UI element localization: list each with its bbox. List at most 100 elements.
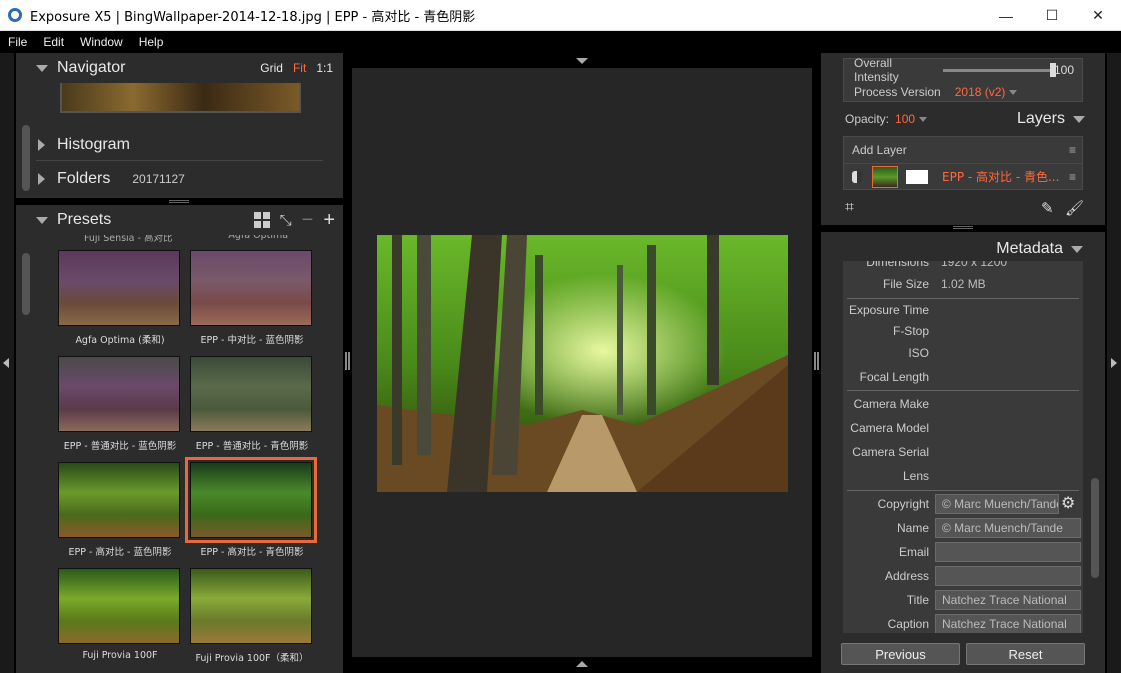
preset-item[interactable]: EPP - 普通对比 - 蓝色阴影 xyxy=(58,356,182,452)
presets-header[interactable]: Presets ⤡ − + xyxy=(16,205,343,235)
brush-icon[interactable]: 🖌 xyxy=(1065,199,1084,217)
preset-item[interactable]: EPP - 普通对比 - 青色阴影 xyxy=(190,356,314,452)
metadata-row: Camera Make xyxy=(853,397,929,411)
add-layer-button[interactable]: Add Layer xyxy=(852,143,907,157)
preset-item-selected[interactable]: EPP - 高对比 - 青色阴影 xyxy=(185,457,317,558)
folders-header[interactable]: Folders 20171127 xyxy=(16,164,343,194)
maximize-button[interactable]: ☐ xyxy=(1029,0,1075,31)
copyright-row: Copyright © Marc Muench/Tande xyxy=(843,493,1083,515)
previous-button[interactable]: Previous xyxy=(841,643,960,665)
layer-item[interactable]: EPP - 高对比 - 青色... ≡ xyxy=(844,163,1082,189)
left-edge-bar[interactable] xyxy=(0,53,14,673)
nav-grid-option[interactable]: Grid xyxy=(260,61,283,75)
preset-item[interactable]: Agfa Optima (柔和) xyxy=(58,250,182,346)
right-splitter-grip[interactable] xyxy=(814,352,819,370)
menu-help[interactable]: Help xyxy=(139,35,164,49)
eraser-icon[interactable]: ✎ xyxy=(1041,199,1054,217)
preset-item[interactable]: EPP - 中对比 - 蓝色阴影 xyxy=(190,250,314,346)
folders-title: Folders xyxy=(57,170,111,187)
collapse-right-icon[interactable] xyxy=(1111,358,1117,368)
preset-thumbnail[interactable] xyxy=(185,457,317,543)
chevron-down-icon xyxy=(1073,115,1085,123)
title-row: Title Natchez Trace National xyxy=(843,589,1083,611)
preset-item[interactable]: Fuji Provia 100F xyxy=(58,568,182,661)
preset-label: EPP - 高对比 - 青色阴影 xyxy=(200,547,304,558)
menu-bar: File Edit Window Help xyxy=(0,31,1121,53)
navigator-title: Navigator xyxy=(57,59,126,76)
intensity-box: Overall Intensity 100 Process Version 20… xyxy=(843,56,1083,102)
menu-icon[interactable]: ≡ xyxy=(1069,143,1076,157)
collapse-top-icon[interactable] xyxy=(576,58,588,64)
preset-thumbnail[interactable] xyxy=(58,462,180,538)
address-field[interactable] xyxy=(935,566,1081,586)
close-button[interactable]: ✕ xyxy=(1075,0,1121,31)
metadata-list: Dimensions 1920 x 1200 File Size 1.02 MB E… xyxy=(843,261,1083,633)
layer-mask[interactable] xyxy=(906,169,928,184)
navigator-header[interactable]: Navigator Grid Fit 1:1 xyxy=(16,53,343,83)
nav-fit-option[interactable]: Fit xyxy=(293,61,306,75)
panel-resize-grip[interactable] xyxy=(169,200,189,203)
layer-name[interactable]: EPP - 高对比 - 青色... xyxy=(942,168,1059,185)
collapse-bottom-icon[interactable] xyxy=(576,661,588,667)
collapse-all-icon[interactable]: ⤡ xyxy=(280,212,292,229)
main-photo[interactable] xyxy=(377,235,788,492)
name-field[interactable]: © Marc Muench/Tande xyxy=(935,518,1081,538)
preset-thumbnail[interactable] xyxy=(58,568,180,644)
chevron-down-icon xyxy=(1071,245,1083,253)
folders-value: 20171127 xyxy=(132,172,185,186)
preset-label: Agfa Optima (柔和) xyxy=(75,335,165,346)
navigator-thumbnail[interactable] xyxy=(60,83,301,113)
menu-icon[interactable]: ≡ xyxy=(1069,170,1076,184)
left-panel: Navigator Grid Fit 1:1 Histogram Folders… xyxy=(16,53,343,673)
minimize-button[interactable]: — xyxy=(983,0,1029,31)
preset-thumbnail[interactable] xyxy=(190,568,312,644)
add-layer-row[interactable]: Add Layer ≡ xyxy=(844,137,1082,163)
preset-thumbnail[interactable] xyxy=(190,356,312,432)
expand-down-icon xyxy=(36,64,48,72)
left-splitter-grip[interactable] xyxy=(345,352,350,370)
preset-thumbnail[interactable] xyxy=(58,356,180,432)
nav-1to1-option[interactable]: 1:1 xyxy=(316,61,333,75)
metadata-title: Metadata xyxy=(996,240,1063,257)
collapse-left-icon[interactable] xyxy=(3,358,9,368)
email-field[interactable] xyxy=(935,542,1081,562)
process-version-select[interactable]: 2018 (v2) xyxy=(955,85,1018,99)
crop-icon[interactable]: ⌗ xyxy=(845,199,854,217)
layers-header: Opacity: 100 Layers xyxy=(845,110,1085,128)
layer-thumbnail[interactable] xyxy=(872,165,898,188)
preset-item[interactable]: EPP - 高对比 - 蓝色阴影 xyxy=(58,462,182,558)
chevron-down-icon xyxy=(919,117,928,123)
slider-handle[interactable] xyxy=(1049,62,1056,77)
preset-item[interactable]: Fuji Provia 100F（柔和） xyxy=(190,568,314,664)
preset-thumbnail[interactable] xyxy=(190,250,312,326)
histogram-header[interactable]: Histogram xyxy=(16,130,343,160)
address-row: Address xyxy=(843,565,1083,587)
intensity-value[interactable]: 100 xyxy=(1054,63,1074,77)
presets-title: Presets xyxy=(57,211,112,228)
opacity-select[interactable]: 100 xyxy=(895,112,928,126)
presets-scrollbar[interactable] xyxy=(22,253,30,315)
remove-preset-icon[interactable]: − xyxy=(302,210,314,230)
preset-label: EPP - 高对比 - 蓝色阴影 xyxy=(68,547,172,558)
grid-view-icon[interactable] xyxy=(253,212,270,228)
copyright-field[interactable]: © Marc Muench/Tande xyxy=(935,494,1059,514)
right-edge-bar[interactable] xyxy=(1107,53,1121,673)
menu-window[interactable]: Window xyxy=(80,35,123,49)
layer-visibility-icon[interactable] xyxy=(852,170,862,183)
preset-thumbnail[interactable] xyxy=(58,250,180,326)
title-field[interactable]: Natchez Trace National xyxy=(935,590,1081,610)
metadata-row: File Size 1.02 MB xyxy=(882,277,986,291)
add-preset-icon[interactable]: + xyxy=(323,210,335,230)
gear-icon[interactable]: ⚙ xyxy=(1061,493,1075,513)
caption-field[interactable]: Natchez Trace National xyxy=(935,614,1081,633)
menu-edit[interactable]: Edit xyxy=(43,35,64,49)
metadata-row: Camera Model xyxy=(850,421,929,435)
overall-intensity-label: Overall Intensity xyxy=(854,56,899,84)
panel-resize-grip[interactable] xyxy=(953,226,973,229)
metadata-header[interactable]: Metadata xyxy=(821,236,1105,262)
metadata-scrollbar[interactable] xyxy=(1091,478,1099,578)
reset-button[interactable]: Reset xyxy=(966,643,1085,665)
layers-title[interactable]: Layers xyxy=(1017,110,1085,128)
intensity-slider[interactable] xyxy=(942,62,1056,77)
menu-file[interactable]: File xyxy=(8,35,27,49)
